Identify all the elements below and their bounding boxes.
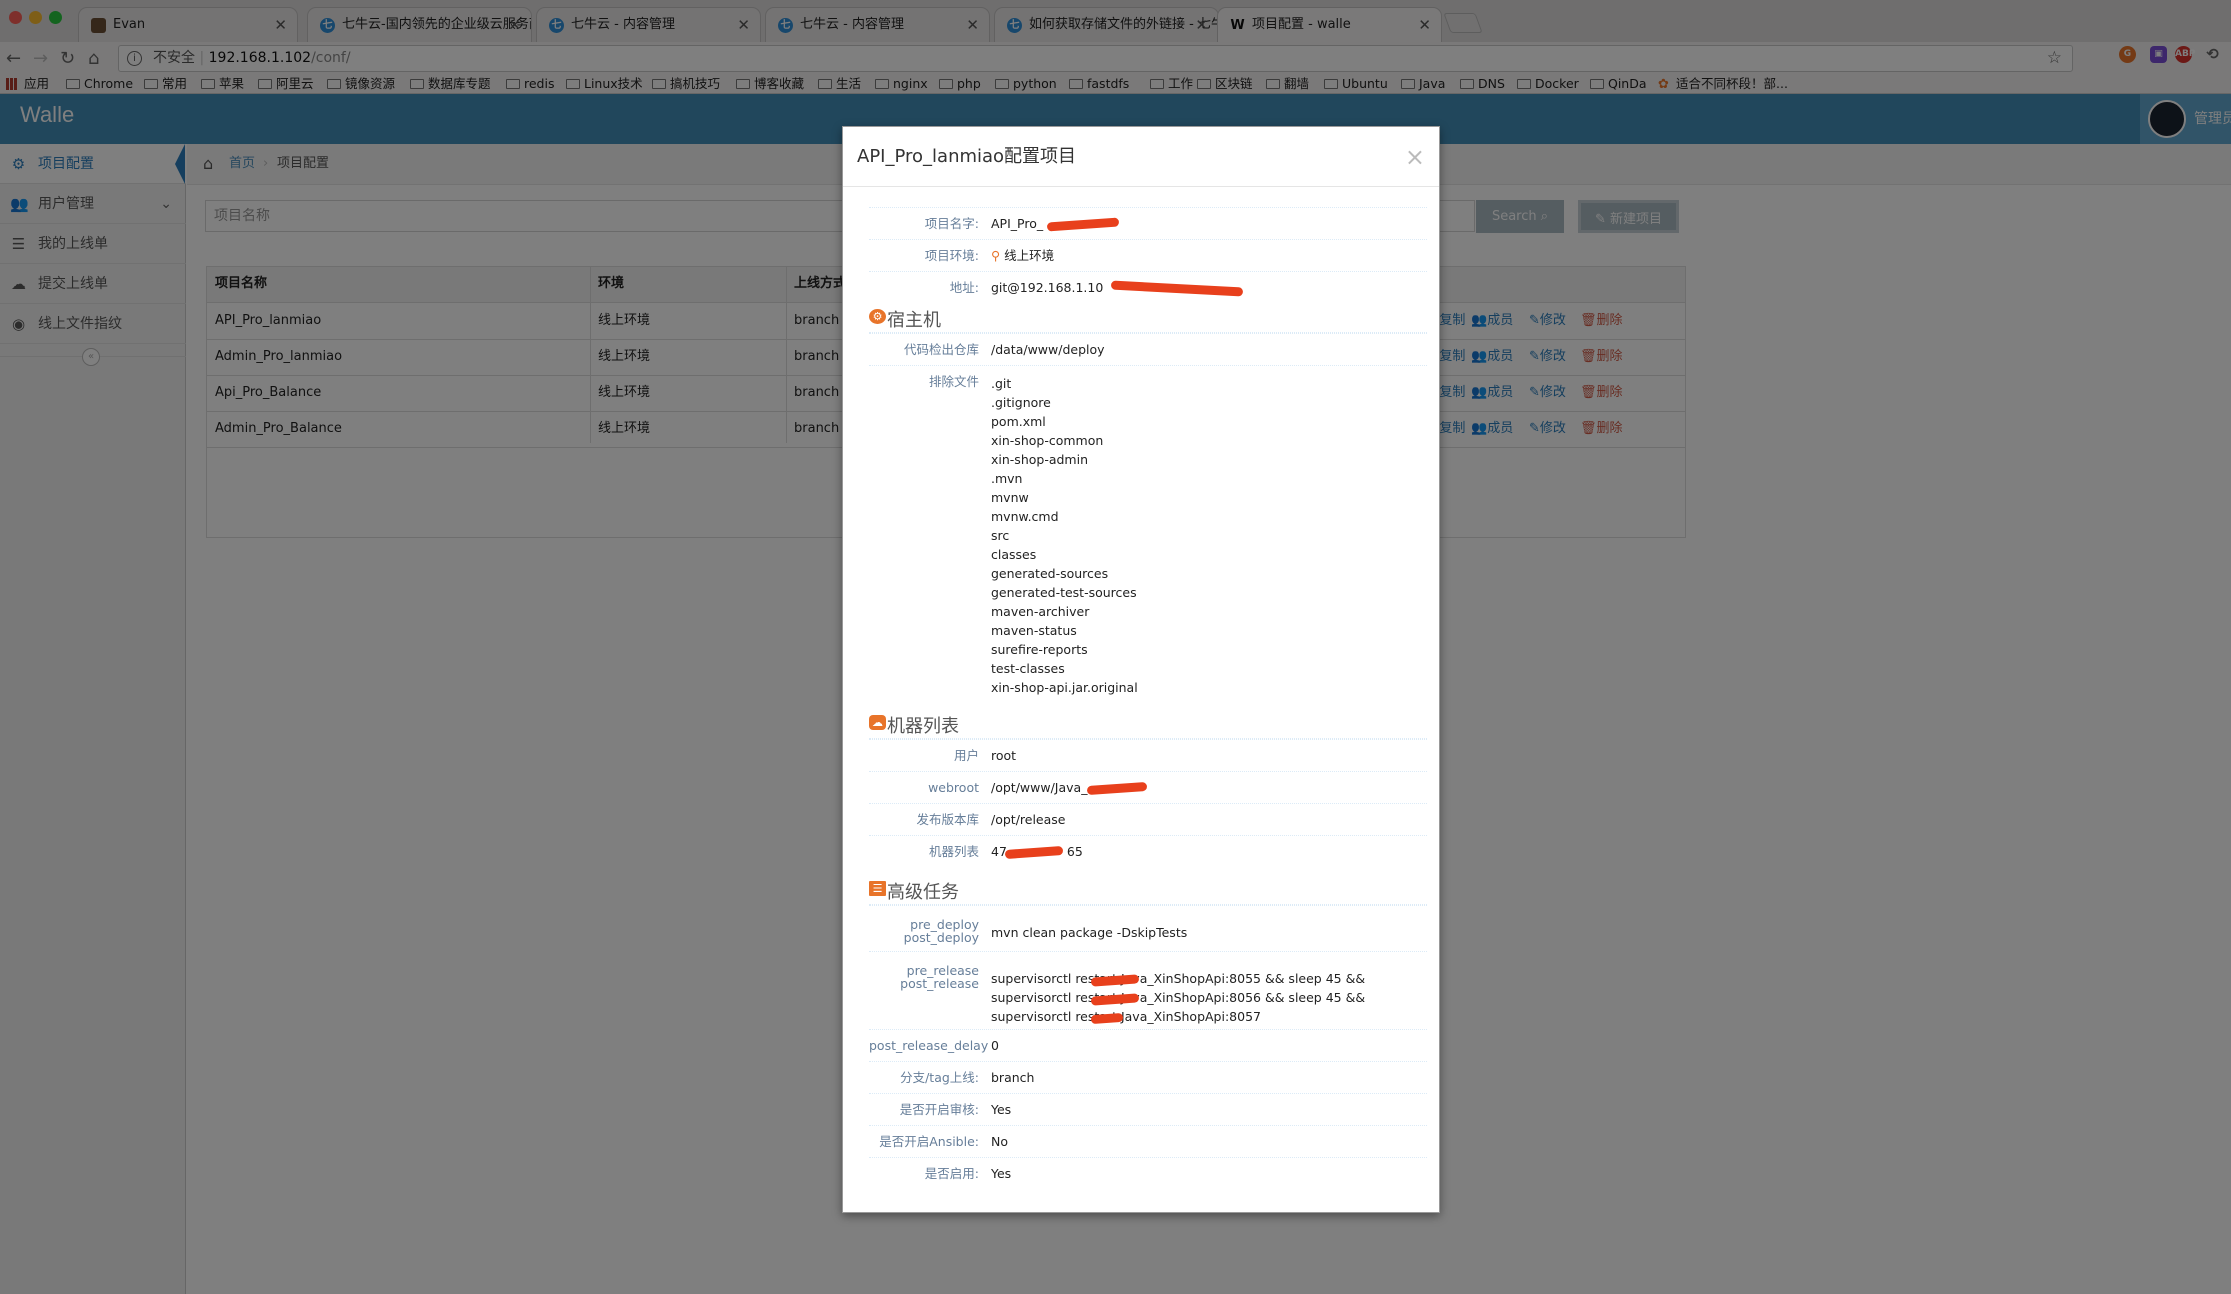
exclude-list: .git .gitignore pom.xml xin-shop-common … [991,374,1138,697]
field-label: 用户 [953,748,979,763]
field-label: 是否启用: [924,1166,979,1181]
list-item: maven-status [991,623,1077,638]
field-label: 项目名字: [924,216,979,231]
repo-url-value: git@192.168.1.10 [991,280,1104,295]
profile-row: 发布版本库 /opt/release [869,803,1427,835]
field-label: 是否开启审核: [899,1102,979,1117]
field-label: webroot [928,780,979,795]
list-item: xin-shop-common [991,433,1104,448]
list-item: mvnw.cmd [991,509,1059,524]
audit-value: Yes [991,1102,1012,1117]
list-item: xin-shop-admin [991,452,1088,467]
list-item: src [991,528,1010,543]
list-item: classes [991,547,1037,562]
list-item: pom.xml [991,414,1046,429]
webroot-value: /opt/www/Java_ [991,780,1088,795]
project-config-modal: API_Pro_lanmiao配置项目 × 项目名字: API_Pro_ 项目环… [842,126,1440,1213]
section-header: ⚙ 宿主机 [869,303,1427,333]
profile-row: 项目环境: ⚲ 线上环境 [869,239,1427,271]
profile-row: 是否开启Ansible: No [869,1125,1427,1157]
ansible-value: No [991,1134,1008,1149]
list-item: maven-archiver [991,604,1090,619]
enabled-value: Yes [991,1166,1012,1181]
field-label: 排除文件 [928,374,979,389]
project-name-value: API_Pro_ [991,216,1044,231]
map-marker-icon: ⚲ [991,248,1001,263]
modal-title: API_Pro_lanmiao配置项目 [857,146,1077,167]
user-value: root [991,748,1017,763]
command-line: supervisorctl restart Java_XinShopApi:80… [991,990,1366,1005]
profile-row: 代码检出仓库 /data/www/deploy [869,333,1427,365]
list-item: .git [991,376,1012,391]
field-label: 机器列表 [928,844,979,859]
field-label: 代码检出仓库 [903,342,979,357]
field-label: pre_deploy post_deploy [903,917,979,945]
list-item: mvnw [991,490,1029,505]
list-item: .mvn [991,471,1023,486]
profile-row: 分支/tag上线: branch [869,1061,1427,1093]
list-item: .gitignore [991,395,1051,410]
profile-row: 用户 root [869,739,1427,771]
profile-row: pre_deploy post_deploy mvn clean package … [869,905,1427,951]
server-icon: ⚙ [869,309,886,324]
list-item: surefire-reports [991,642,1088,657]
profile-row: 是否开启审核: Yes [869,1093,1427,1125]
profile-row: 项目名字: API_Pro_ [869,207,1427,239]
field-label: 地址: [949,280,979,295]
redaction-mark [1046,217,1120,232]
close-icon[interactable]: × [1405,145,1425,169]
profile-row: webroot /opt/www/Java_ [869,771,1427,803]
post-release-commands: supervisorctl restart Java_XinShopApi:80… [991,969,1365,1026]
modal-header: API_Pro_lanmiao配置项目 × [843,127,1439,187]
field-label: 分支/tag上线: [900,1070,979,1085]
redaction-mark [1086,781,1148,796]
field-label: 发布版本库 [916,812,979,827]
profile-row: 机器列表 47 65 [869,835,1427,867]
section-title: 机器列表 [887,716,959,737]
profile-row: pre_release post_release supervisorctl re… [869,951,1427,1029]
field-label: 是否开启Ansible: [879,1134,979,1149]
field-label: 项目环境: [924,248,979,263]
section-title: 高级任务 [887,882,959,903]
post-deploy-value: mvn clean package -DskipTests [991,925,1188,940]
profile-row: 地址: git@192.168.1.10 [869,271,1427,303]
section-header: ☰ 高级任务 [869,875,1427,905]
command-line: supervisorctl restart Java_XinShopApi:80… [991,971,1366,986]
redaction-mark [1110,280,1244,297]
branch-mode-value: branch [991,1070,1035,1085]
checkout-dir-value: /data/www/deploy [991,342,1105,357]
profile-row: 是否启用: Yes [869,1157,1427,1189]
field-label: post_release_delay [869,1038,989,1053]
release-dir-value: /opt/release [991,812,1066,827]
section-title: 宿主机 [887,310,941,331]
cloud-upload-icon: ☁ [869,715,886,730]
section-header: ☁ 机器列表 [869,709,1427,739]
list-item: test-classes [991,661,1065,676]
list-item: generated-test-sources [991,585,1137,600]
field-label: pre_release post_release [900,963,979,991]
list-item: xin-shop-api.jar.original [991,680,1138,695]
command-line: supervisorctl restart Java_XinShopApi:80… [991,1009,1261,1024]
profile-row: 排除文件 .git .gitignore pom.xml xin-shop-co… [869,365,1427,703]
profile-row: post_release_delay 0 [869,1029,1427,1061]
env-value: ⚲ 线上环境 [991,248,1055,263]
delay-value: 0 [991,1038,999,1053]
tasks-icon: ☰ [869,881,886,896]
list-item: generated-sources [991,566,1109,581]
